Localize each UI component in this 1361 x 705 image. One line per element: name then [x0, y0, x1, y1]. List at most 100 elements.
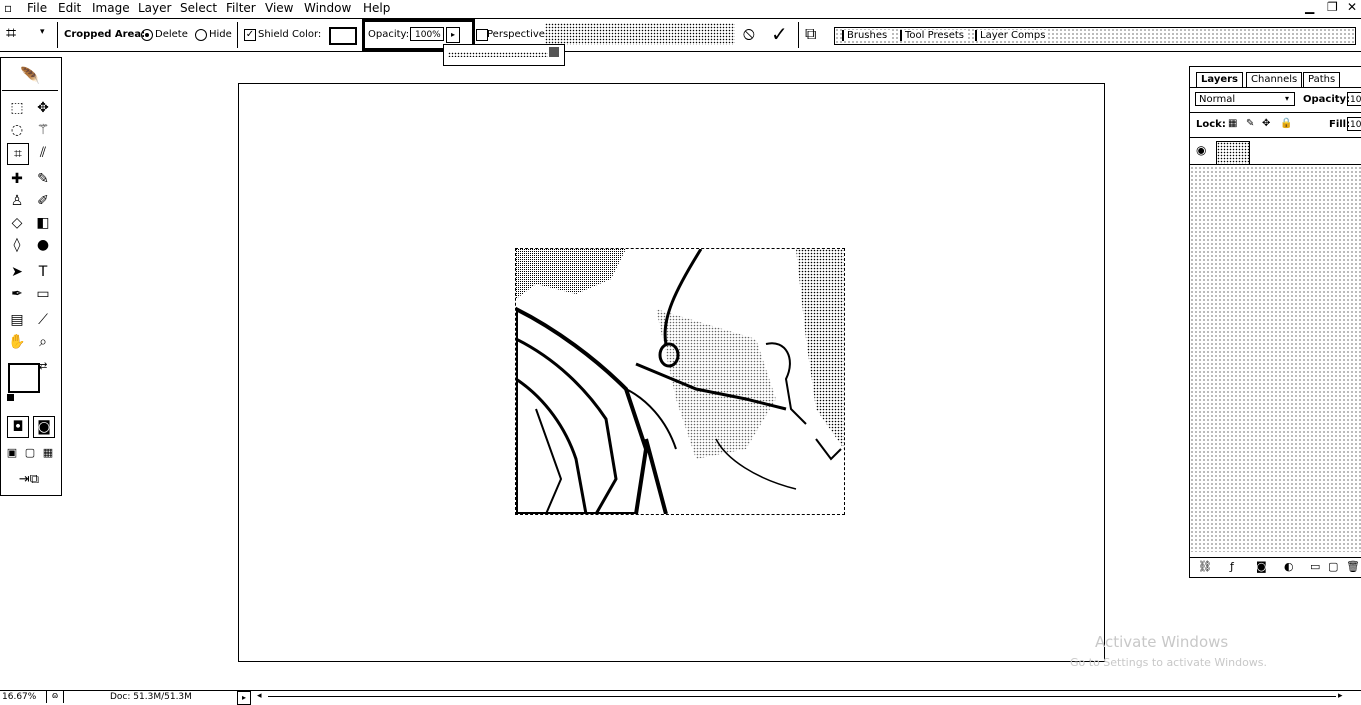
blend-mode-select[interactable]: Normal — [1195, 92, 1295, 106]
foreground-color-swatch[interactable] — [8, 363, 40, 393]
doc-size: Doc: 51.3M/51.3M — [110, 692, 192, 702]
full-screen-icon[interactable]: ▦ — [41, 443, 55, 463]
status-bar: 16.67% ɷ Doc: 51.3M/51.3M ▸ ◂ ▸ — [0, 690, 1361, 705]
swap-colors-icon[interactable]: ⇄ — [39, 361, 47, 372]
close-icon[interactable]: ✕ — [1347, 0, 1357, 14]
default-colors-icon[interactable] — [7, 394, 14, 401]
standard-screen-icon[interactable]: ▣ — [5, 443, 19, 463]
tab-paths[interactable]: Paths — [1303, 72, 1341, 87]
lock-all-icon[interactable]: 🔒 — [1280, 118, 1292, 129]
eraser-icon[interactable]: ◇ — [7, 213, 27, 233]
adjustment-layer-icon[interactable]: ◐ — [1284, 560, 1294, 573]
jump-to-imageready-icon[interactable]: ⇥⧉ — [7, 470, 51, 490]
tool-preset-dropdown-icon[interactable]: ▾ — [40, 27, 45, 37]
color-label: Color: — [292, 29, 322, 40]
minimize-icon[interactable]: ▁ — [1305, 0, 1314, 14]
marquee-icon[interactable]: ⬚ — [7, 98, 27, 118]
palette-well-icon[interactable]: ⧉ — [805, 24, 816, 44]
hand-icon[interactable]: ✋ — [7, 332, 27, 352]
horizontal-scrollbar-track[interactable] — [268, 696, 1336, 697]
menu-image[interactable]: Image — [92, 1, 130, 15]
healing-brush-icon[interactable]: ✚ — [7, 169, 27, 189]
activate-windows-title: Activate Windows — [1095, 633, 1229, 651]
opacity-slider-arrow-icon[interactable]: ▸ — [446, 27, 460, 43]
menu-layer[interactable]: Layer — [138, 1, 171, 15]
commit-icon[interactable]: ✓ — [771, 22, 788, 46]
full-screen-menu-icon[interactable]: ▢ — [23, 443, 37, 463]
hide-label: Hide — [209, 29, 232, 40]
scroll-left-icon[interactable]: ◂ — [257, 691, 262, 701]
zoom-icon[interactable]: ⌕ — [33, 332, 53, 352]
eye-icon[interactable]: ◉ — [1196, 143, 1206, 157]
lock-pixels-icon[interactable]: ✎ — [1246, 118, 1254, 129]
dodge-icon[interactable]: ● — [33, 235, 53, 255]
menu-help[interactable]: Help — [363, 1, 390, 15]
slice-icon[interactable]: ⫽ — [33, 143, 53, 163]
opacity-slider-popup[interactable] — [443, 44, 565, 66]
layers-list-empty-area — [1190, 166, 1361, 552]
imageready-icon[interactable]: ɷ — [46, 691, 64, 703]
options-bar-fill — [545, 23, 735, 45]
tab-channels[interactable]: Channels — [1246, 72, 1303, 87]
chevron-down-icon[interactable]: ▾ — [1285, 94, 1289, 103]
fill-input[interactable]: 10 — [1347, 117, 1361, 131]
layer-comps-tab[interactable]: Layer Comps — [975, 30, 1049, 41]
mask-icon[interactable]: ◙ — [1256, 560, 1267, 573]
restore-icon[interactable]: ❐ — [1327, 0, 1338, 14]
quick-mask-icon[interactable]: ◙ — [33, 416, 55, 438]
new-layer-icon[interactable]: ▢ — [1328, 560, 1338, 573]
layer-row[interactable]: ◉ — [1190, 138, 1361, 165]
image-content[interactable] — [514, 248, 845, 516]
brushes-tab[interactable]: Brushes — [842, 30, 891, 41]
menu-file[interactable]: File — [27, 1, 47, 15]
magic-wand-icon[interactable]: ⚚ — [33, 120, 53, 140]
opacity-slider-thumb[interactable] — [549, 47, 559, 57]
app-icon[interactable]: ▫ — [4, 1, 12, 15]
new-group-icon[interactable]: ▭ — [1310, 560, 1320, 573]
cropped-area-label: Cropped Area: — [64, 29, 146, 40]
shield-checkbox[interactable]: ✓ — [244, 29, 256, 41]
shape-icon[interactable]: ▭ — [33, 284, 53, 304]
opacity-input[interactable]: 100% — [410, 27, 444, 41]
zoom-level[interactable]: 16.67% — [2, 692, 36, 702]
opacity-slider-track[interactable] — [448, 52, 548, 57]
type-icon[interactable]: T — [33, 262, 53, 282]
tool-presets-tab[interactable]: Tool Presets — [900, 30, 967, 41]
standard-mode-icon[interactable]: ◘ — [7, 416, 29, 438]
link-icon[interactable]: ⛓ — [1198, 560, 1212, 573]
crop-tool-icon[interactable]: ⌗ — [7, 143, 29, 165]
eyedropper-icon[interactable]: ⟋ — [33, 310, 53, 330]
scroll-right-icon[interactable]: ▸ — [1338, 691, 1343, 701]
menu-window[interactable]: Window — [304, 1, 351, 15]
notes-icon[interactable]: ▤ — [7, 310, 27, 330]
path-selection-icon[interactable]: ➤ — [7, 262, 27, 282]
trash-icon[interactable]: 🗑 — [1346, 560, 1360, 573]
delete-radio[interactable] — [141, 29, 153, 41]
pen-icon[interactable]: ✒ — [7, 284, 27, 304]
tab-layers[interactable]: Layers — [1196, 72, 1243, 87]
lock-label: Lock: — [1196, 119, 1226, 130]
crop-icon[interactable]: ⌗ — [6, 23, 16, 44]
brush-icon[interactable]: ✎ — [33, 169, 53, 189]
move-icon[interactable]: ✥ — [33, 98, 53, 118]
lock-transparency-icon[interactable]: ▦ — [1228, 118, 1237, 129]
feather-logo-icon: 🪶 — [2, 66, 58, 91]
clone-stamp-icon[interactable]: ♙ — [7, 191, 27, 211]
layer-thumbnail — [1216, 141, 1250, 165]
history-brush-icon[interactable]: ✐ — [33, 191, 53, 211]
hide-radio[interactable] — [195, 29, 207, 41]
lasso-icon[interactable]: ◌ — [7, 120, 27, 140]
menu-view[interactable]: View — [265, 1, 293, 15]
menu-select[interactable]: Select — [180, 1, 217, 15]
gradient-icon[interactable]: ◧ — [33, 213, 53, 233]
shield-color-swatch[interactable] — [329, 27, 357, 45]
butterfly-image — [514, 248, 844, 516]
blur-icon[interactable]: ◊ — [7, 235, 27, 255]
perspective-label: Perspective — [487, 29, 545, 40]
layer-opacity-input[interactable]: 10 — [1347, 92, 1361, 106]
layer-style-icon[interactable]: ƒ — [1230, 560, 1234, 573]
menu-filter[interactable]: Filter — [226, 1, 256, 15]
lock-position-icon[interactable]: ✥ — [1262, 118, 1270, 129]
cancel-icon[interactable]: ⦸ — [743, 23, 755, 44]
menu-edit[interactable]: Edit — [58, 1, 81, 15]
